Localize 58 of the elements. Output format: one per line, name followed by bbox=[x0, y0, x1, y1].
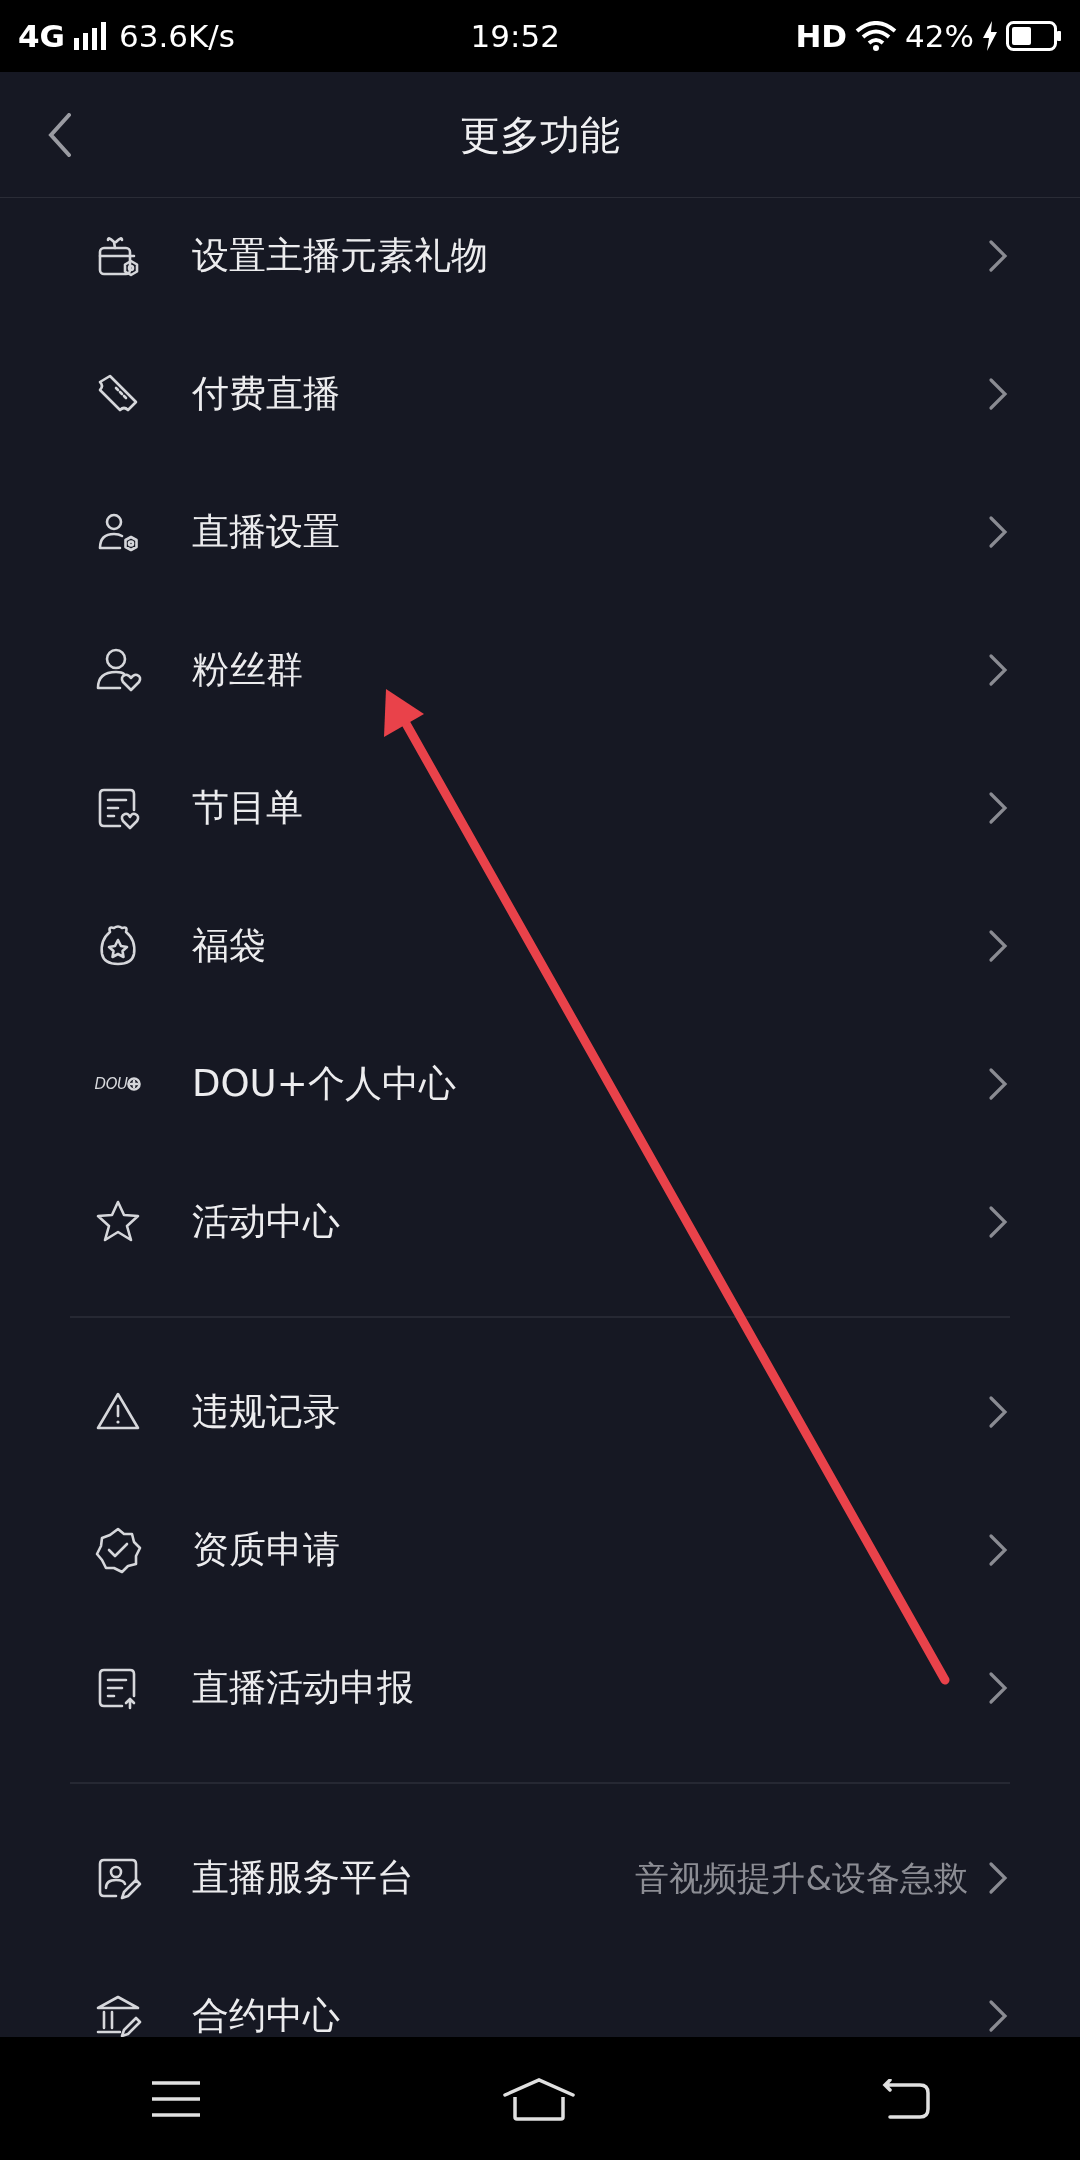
menu-icon[interactable] bbox=[150, 2078, 203, 2119]
chevron-icon bbox=[988, 1395, 1008, 1429]
menu-item-label: 福袋 bbox=[192, 923, 266, 970]
menu-item[interactable]: 违规记录 bbox=[70, 1343, 1010, 1481]
menu-item-label: 设置主播元素礼物 bbox=[192, 233, 488, 280]
battery-percent: 42% bbox=[905, 16, 974, 56]
chevron-icon bbox=[988, 377, 1008, 411]
back-button[interactable] bbox=[48, 112, 72, 157]
wifi-icon bbox=[855, 21, 898, 51]
menu-item[interactable]: 设置主播元素礼物 bbox=[70, 198, 1010, 325]
menu-item[interactable]: 付费直播 bbox=[70, 325, 1010, 463]
network-label: 4G bbox=[18, 16, 65, 56]
menu-item[interactable]: 福袋 bbox=[70, 877, 1010, 1015]
chevron-icon bbox=[988, 1671, 1008, 1705]
menu-item[interactable]: 直播活动申报 bbox=[70, 1619, 1010, 1757]
menu-item[interactable]: DOU DOU+个人中心 bbox=[70, 1015, 1010, 1153]
menu-item-label: 节目单 bbox=[192, 785, 303, 832]
menu-item-label: 违规记录 bbox=[192, 1389, 340, 1436]
dou-logo-text: DOU bbox=[94, 1076, 128, 1092]
menu-item-label: DOU+个人中心 bbox=[192, 1061, 456, 1108]
menu-item[interactable]: 活动中心 bbox=[70, 1153, 1010, 1291]
menu-item-label: 直播设置 bbox=[192, 509, 340, 556]
chevron-icon bbox=[988, 1067, 1008, 1101]
menu-item[interactable]: 粉丝群 bbox=[70, 601, 1010, 739]
menu-item-label: 付费直播 bbox=[192, 371, 340, 418]
menu-item-label: 合约中心 bbox=[192, 1993, 340, 2037]
menu-item-label: 直播活动申报 bbox=[192, 1665, 414, 1712]
menu-item-label: 粉丝群 bbox=[192, 647, 303, 694]
chevron-icon bbox=[988, 1205, 1008, 1239]
user-heart-icon bbox=[94, 646, 142, 694]
battery-icon bbox=[1006, 21, 1062, 51]
menu-item-detail: 音视频提升&设备急救 bbox=[635, 1856, 968, 1900]
network-speed: 63.6K/s bbox=[119, 16, 235, 56]
menu-item-label: 直播服务平台 bbox=[192, 1855, 414, 1902]
chevron-icon bbox=[988, 791, 1008, 825]
menu-item-label: 资质申请 bbox=[192, 1527, 340, 1574]
menu-item-label: 活动中心 bbox=[192, 1199, 340, 1246]
home-icon[interactable] bbox=[503, 2076, 575, 2121]
chevron-icon bbox=[988, 239, 1008, 273]
menu-item[interactable]: 资质申请 bbox=[70, 1481, 1010, 1619]
signal-icon bbox=[73, 22, 107, 50]
plus-circle-icon bbox=[127, 1077, 142, 1091]
chevron-icon bbox=[988, 1861, 1008, 1895]
chevron-icon bbox=[988, 515, 1008, 549]
chevron-icon bbox=[988, 929, 1008, 963]
page-title: 更多功能 bbox=[460, 110, 620, 160]
hd-label: HD bbox=[795, 16, 848, 56]
menu-item[interactable]: 直播设置 bbox=[70, 463, 1010, 601]
chevron-icon bbox=[988, 653, 1008, 687]
menu-item[interactable]: 合约中心 bbox=[70, 1947, 1010, 2037]
charging-icon bbox=[982, 21, 998, 51]
menu-item[interactable]: 节目单 bbox=[70, 739, 1010, 877]
chevron-icon bbox=[988, 1533, 1008, 1567]
badge-check-icon bbox=[94, 1526, 142, 1574]
clock: 19:52 bbox=[470, 16, 560, 56]
menu-item[interactable]: 直播服务平台 音视频提升&设备急救 bbox=[70, 1809, 1010, 1947]
back-icon bbox=[48, 112, 72, 157]
chevron-icon bbox=[988, 1999, 1008, 2033]
